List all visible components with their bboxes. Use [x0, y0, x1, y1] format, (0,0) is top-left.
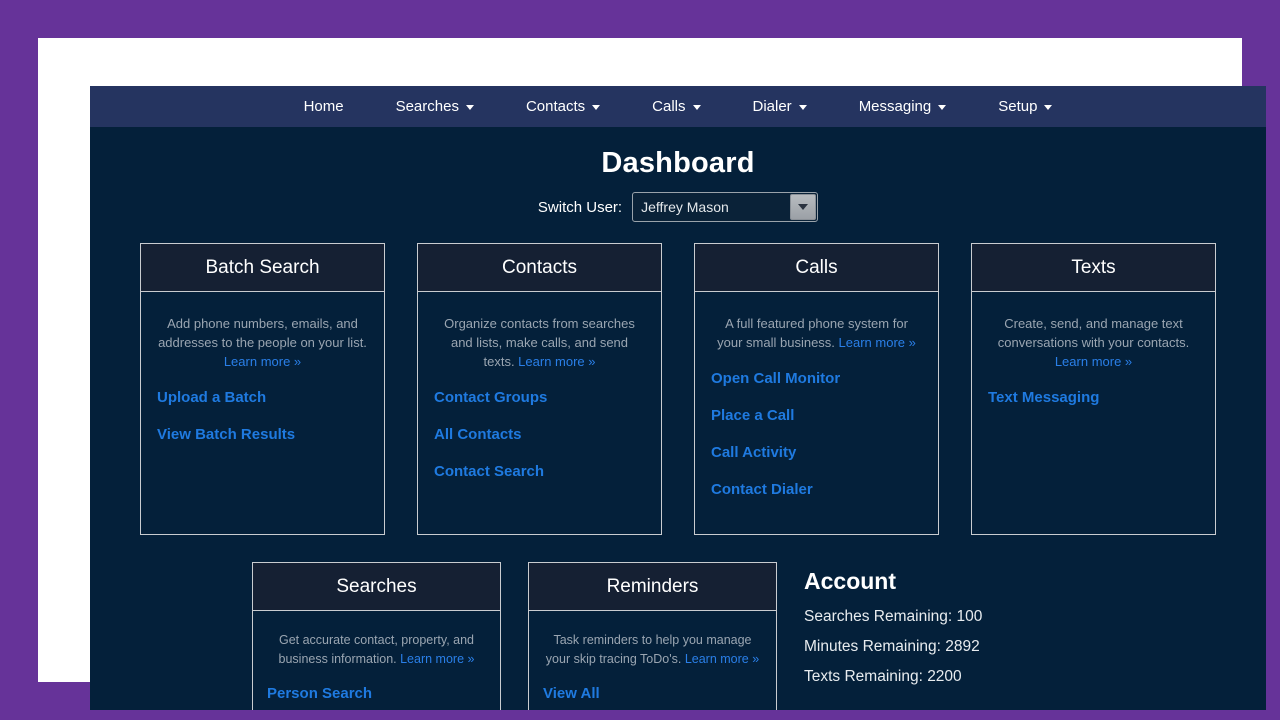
chevron-down-icon[interactable]: [790, 194, 817, 220]
nav-item-calls[interactable]: Calls: [626, 86, 726, 127]
account-stat: Minutes Remaining: 2892: [804, 638, 980, 655]
card-link-view-all[interactable]: View All: [543, 685, 762, 702]
card-title: Searches: [336, 575, 417, 597]
card-title: Calls: [795, 256, 838, 278]
card-calls: Calls A full featured phone system for yo…: [694, 243, 939, 535]
account-summary: Account Searches Remaining: 100 Minutes Re…: [804, 562, 1104, 698]
card-description: Add phone numbers, emails, and addresses…: [158, 316, 367, 369]
nav-item-label: Dialer: [752, 98, 792, 115]
page-title: Dashboard: [601, 147, 755, 179]
card-body-searches: Get accurate contact, property, and busi…: [253, 611, 500, 710]
chevron-down-icon: [592, 105, 601, 110]
nav-item-dialer[interactable]: Dialer: [727, 86, 833, 127]
card-body-calls: A full featured phone system for your sm…: [695, 292, 938, 534]
card-header-texts: Texts: [972, 244, 1215, 292]
card-header-reminders: Reminders: [529, 563, 776, 611]
card-link-text-messaging[interactable]: Text Messaging: [988, 389, 1199, 406]
card-title: Contacts: [502, 256, 577, 278]
card-links: Person Search: [267, 685, 486, 702]
nav-item-home[interactable]: Home: [278, 86, 370, 127]
card-link-open-call-monitor[interactable]: Open Call Monitor: [711, 370, 922, 387]
card-links: Open Call Monitor Place a Call Call Activi…: [711, 370, 922, 498]
card-description: Get accurate contact, property, and busi…: [278, 633, 475, 666]
nav-item-messaging[interactable]: Messaging: [833, 86, 973, 127]
nav-item-setup[interactable]: Setup: [972, 86, 1078, 127]
account-stat: Searches Remaining: 100: [804, 608, 983, 625]
card-link-view-batch-results[interactable]: View Batch Results: [157, 426, 368, 443]
card-link-call-activity[interactable]: Call Activity: [711, 444, 922, 461]
switch-user-row: Switch User: Jeffrey Mason: [90, 192, 1266, 222]
card-batch-search: Batch Search Add phone numbers, emails, a…: [140, 243, 385, 535]
account-title: Account: [804, 568, 896, 594]
card-description: A full featured phone system for your sm…: [717, 316, 916, 350]
page-background: Home Searches Contacts Calls Dialer Messaging…: [0, 0, 1280, 720]
dashboard-card-row: Batch Search Add phone numbers, emails, a…: [90, 243, 1266, 535]
learn-more-link[interactable]: Learn more »: [518, 354, 595, 369]
card-header-searches: Searches: [253, 563, 500, 611]
learn-more-link[interactable]: Learn more »: [400, 652, 474, 666]
card-link-all-contacts[interactable]: All Contacts: [434, 426, 645, 443]
chevron-down-icon: [692, 105, 701, 110]
nav-item-label: Calls: [652, 98, 686, 115]
card-body-contacts: Organize contacts from searches and list…: [418, 292, 661, 516]
card-title: Batch Search: [205, 256, 320, 278]
card-contacts: Contacts Organize contacts from searches …: [417, 243, 662, 535]
card-link-contact-search[interactable]: Contact Search: [434, 463, 645, 480]
card-links: Contact Groups All Contacts Contact Search: [434, 389, 645, 480]
card-header-batch-search: Batch Search: [141, 244, 384, 292]
card-link-contact-dialer[interactable]: Contact Dialer: [711, 481, 922, 498]
nav-item-searches[interactable]: Searches: [370, 86, 500, 127]
nav-item-label: Messaging: [858, 98, 932, 115]
learn-more-link[interactable]: Learn more »: [685, 652, 759, 666]
card-header-contacts: Contacts: [418, 244, 661, 292]
switch-user-selected-value: Jeffrey Mason: [641, 199, 729, 215]
nav-item-label: Contacts: [525, 98, 586, 115]
card-link-upload-a-batch[interactable]: Upload a Batch: [157, 389, 368, 406]
learn-more-link[interactable]: Learn more »: [839, 335, 916, 350]
switch-user-select[interactable]: Jeffrey Mason: [632, 192, 819, 222]
card-texts: Texts Create, send, and manage text conve…: [971, 243, 1216, 535]
nav-item-contacts[interactable]: Contacts: [500, 86, 626, 127]
card-body-reminders: Task reminders to help you manage your s…: [529, 611, 776, 710]
card-links: Upload a Batch View Batch Results: [157, 389, 368, 443]
card-links: Text Messaging: [988, 389, 1199, 406]
card-description: Task reminders to help you manage your s…: [545, 633, 760, 666]
chevron-down-icon: [938, 105, 947, 110]
learn-more-link[interactable]: Learn more »: [224, 354, 301, 369]
main-navigation: Home Searches Contacts Calls Dialer Messaging…: [90, 86, 1266, 127]
card-header-calls: Calls: [695, 244, 938, 292]
card-description: Organize contacts from searches and list…: [444, 316, 635, 369]
chevron-down-icon: [1044, 105, 1053, 110]
nav-item-label: Setup: [998, 98, 1038, 115]
card-description: Create, send, and manage text conversati…: [997, 316, 1190, 369]
nav-item-label: Searches: [395, 98, 459, 115]
card-body-texts: Create, send, and manage text conversati…: [972, 292, 1215, 495]
card-reminders: Reminders Task reminders to help you mana…: [528, 562, 777, 710]
account-stat: Texts Remaining: 2200: [804, 668, 962, 685]
app-viewport: Home Searches Contacts Calls Dialer Messaging…: [90, 86, 1266, 710]
learn-more-link[interactable]: Learn more »: [1055, 354, 1132, 369]
card-links: View All: [543, 685, 762, 702]
nav-item-label: Home: [303, 98, 344, 115]
browser-window-frame: Home Searches Contacts Calls Dialer Messaging…: [38, 38, 1266, 710]
card-link-place-a-call[interactable]: Place a Call: [711, 407, 922, 424]
chevron-down-icon: [798, 105, 807, 110]
switch-user-label: Switch User:: [537, 198, 623, 216]
card-title: Reminders: [606, 575, 699, 597]
card-body-batch-search: Add phone numbers, emails, and addresses…: [141, 292, 384, 495]
card-link-contact-groups[interactable]: Contact Groups: [434, 389, 645, 406]
card-title: Texts: [1071, 256, 1116, 278]
dashboard-bottom-row: Searches Get accurate contact, property, …: [90, 562, 1266, 710]
card-searches: Searches Get accurate contact, property, …: [252, 562, 501, 710]
card-link-person-search[interactable]: Person Search: [267, 685, 486, 702]
chevron-down-icon: [465, 105, 474, 110]
